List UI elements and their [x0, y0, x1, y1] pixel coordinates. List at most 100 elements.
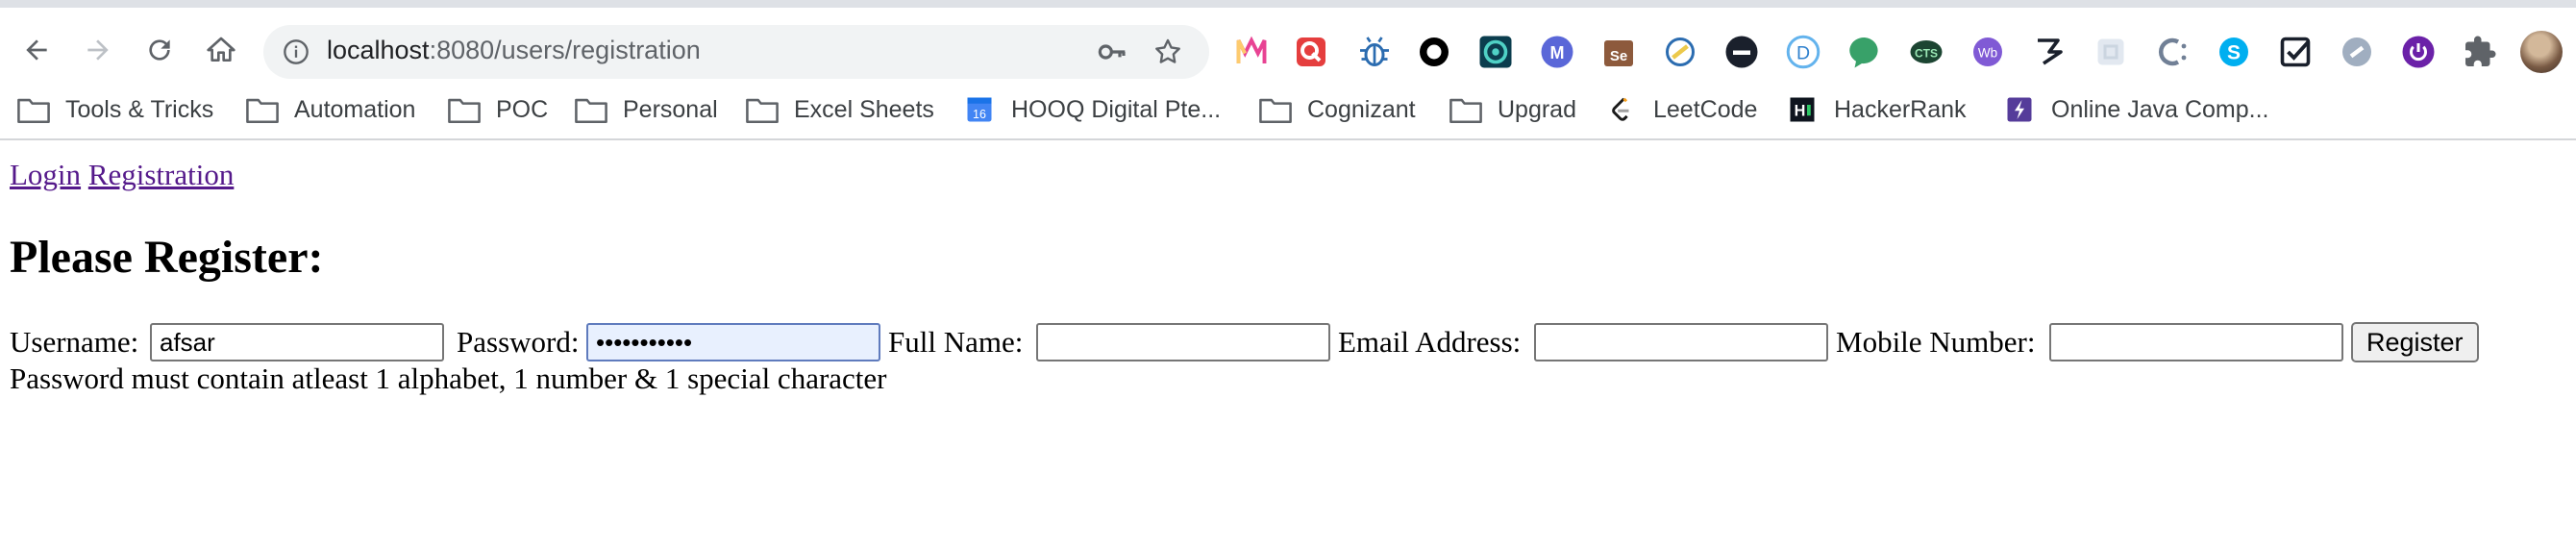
extension-d[interactable]: D [1786, 35, 1821, 69]
bookmark-personal[interactable]: Personal [575, 88, 718, 131]
forward-button[interactable] [79, 31, 117, 69]
link-icon [2342, 37, 2371, 66]
svg-text:16: 16 [973, 108, 986, 121]
extension-chromium[interactable] [1663, 35, 1697, 69]
skype-icon: S [2219, 37, 2248, 66]
reload-button[interactable] [140, 31, 179, 69]
puzzle-icon [2465, 36, 2496, 66]
bookmark-poc[interactable]: POC [448, 88, 548, 131]
folder-icon [17, 95, 50, 124]
url-text[interactable]: localhost:8080/users/registration [327, 36, 701, 65]
bookmark-cognizant[interactable]: Cognizant [1259, 88, 1416, 131]
extensions-menu-button[interactable] [2463, 35, 2497, 69]
circle-icon [1420, 37, 1449, 66]
bookmark-label: Online Java Comp... [2051, 95, 2269, 123]
extension-power[interactable] [2401, 35, 2436, 69]
extension-chat[interactable] [1847, 35, 1882, 69]
extension-link[interactable] [2340, 35, 2374, 69]
extension-m[interactable] [1234, 35, 1269, 69]
page-content: Login Registration Please Register: User… [0, 142, 2576, 548]
tile-icon [2097, 38, 2124, 65]
mobile-label: Mobile Number: [1836, 325, 2036, 359]
hackerrank-icon: H [1786, 95, 1819, 124]
quick-icon [1297, 37, 1325, 66]
lightning-icon [2003, 95, 2036, 124]
password-field[interactable]: ••••••••••• [586, 323, 880, 361]
folder-icon [246, 95, 279, 124]
password-hint: Password must contain atleast 1 alphabet… [10, 361, 887, 395]
bug-icon [1360, 37, 1389, 66]
url-host: localhost [327, 36, 430, 64]
extension-c[interactable] [2155, 35, 2190, 69]
cts-icon: CTS [1910, 40, 1943, 63]
bookmark-excel-sheets[interactable]: Excel Sheets [746, 88, 934, 131]
bookmark-tools-tricks[interactable]: Tools & Tricks [17, 88, 213, 131]
extension-target[interactable] [1478, 35, 1513, 69]
folder-icon [575, 95, 607, 124]
leetcode-icon [1605, 95, 1638, 124]
forward-arrow-icon [87, 39, 109, 61]
extension-bug[interactable] [1357, 35, 1392, 69]
extension-skype[interactable]: S [2217, 35, 2251, 69]
svg-text:S: S [2227, 42, 2241, 64]
check-icon [2280, 37, 2311, 67]
extension-circle[interactable] [1417, 35, 1451, 69]
chat-icon [1849, 37, 1878, 68]
bookmark-label: Personal [623, 95, 718, 123]
extension-m-circle[interactable]: M [1540, 35, 1574, 69]
folder-icon [448, 95, 481, 124]
key-icon[interactable] [1096, 37, 1128, 67]
site-info-icon[interactable] [283, 38, 310, 65]
extension-hook[interactable] [2032, 35, 2067, 69]
d-icon: D [1786, 35, 1821, 69]
email-field[interactable] [1534, 323, 1828, 361]
bookmark-automation[interactable]: Automation [246, 88, 415, 131]
address-bar[interactable]: localhost:8080/users/registration [263, 25, 1209, 79]
bookmark-label: Automation [294, 95, 416, 123]
back-arrow-icon [26, 39, 47, 61]
register-button[interactable]: Register [2351, 322, 2479, 362]
wb-icon: Wb [1973, 37, 2002, 66]
target-icon [1479, 36, 1512, 68]
bookmark-label: HackerRank [1834, 95, 1967, 123]
username-field[interactable]: afsar [150, 323, 444, 361]
top-nav: Login Registration [10, 158, 234, 192]
mobile-field[interactable] [2049, 323, 2343, 361]
bookmark-hackerrank[interactable]: H HackerRank [1786, 88, 1967, 131]
extension-minus-circle[interactable] [1724, 35, 1759, 69]
calendar-icon: 16 [963, 95, 996, 124]
svg-text:Wb: Wb [1978, 45, 1997, 60]
home-button[interactable] [202, 31, 240, 69]
extension-quick[interactable] [1294, 35, 1328, 69]
profile-avatar[interactable] [2520, 31, 2563, 73]
bookmark-label: Upgrad [1498, 95, 1576, 123]
registration-link[interactable]: Registration [88, 158, 235, 191]
extension-check[interactable] [2278, 35, 2313, 69]
fullname-label: Full Name: [888, 325, 1024, 359]
url-path: :8080/users/registration [429, 36, 701, 64]
fullname-field[interactable] [1036, 323, 1330, 361]
bookmark-online-java[interactable]: Online Java Comp... [2003, 88, 2269, 131]
login-link[interactable]: Login [10, 158, 81, 191]
extension-cts[interactable]: CTS [1909, 35, 1944, 69]
back-button[interactable] [17, 31, 56, 69]
power-icon [2402, 36, 2435, 68]
email-label: Email Address: [1338, 325, 1522, 359]
home-icon [207, 37, 235, 62]
extension-selenium[interactable]: Se [1601, 35, 1636, 69]
extension-tile[interactable] [2093, 35, 2128, 69]
c-icon [2158, 37, 2187, 66]
svg-text:M: M [1550, 43, 1565, 62]
hook-icon [2038, 38, 2063, 65]
bookmark-star-icon[interactable] [1152, 37, 1184, 67]
bookmark-label: POC [496, 95, 549, 123]
browser-toolbar: localhost:8080/users/registration M Se D… [0, 0, 2576, 88]
minus-circle-icon [1725, 36, 1758, 68]
svg-text:D: D [1796, 43, 1810, 64]
bookmark-upgrad[interactable]: Upgrad [1449, 88, 1576, 131]
bookmark-label: Tools & Tricks [65, 95, 214, 123]
bookmark-leetcode[interactable]: LeetCode [1605, 88, 1757, 131]
extension-wb[interactable]: Wb [1970, 35, 2005, 69]
bookmark-hooq[interactable]: 16 HOOQ Digital Pte... [963, 88, 1221, 131]
m-circle-icon: M [1541, 36, 1573, 68]
